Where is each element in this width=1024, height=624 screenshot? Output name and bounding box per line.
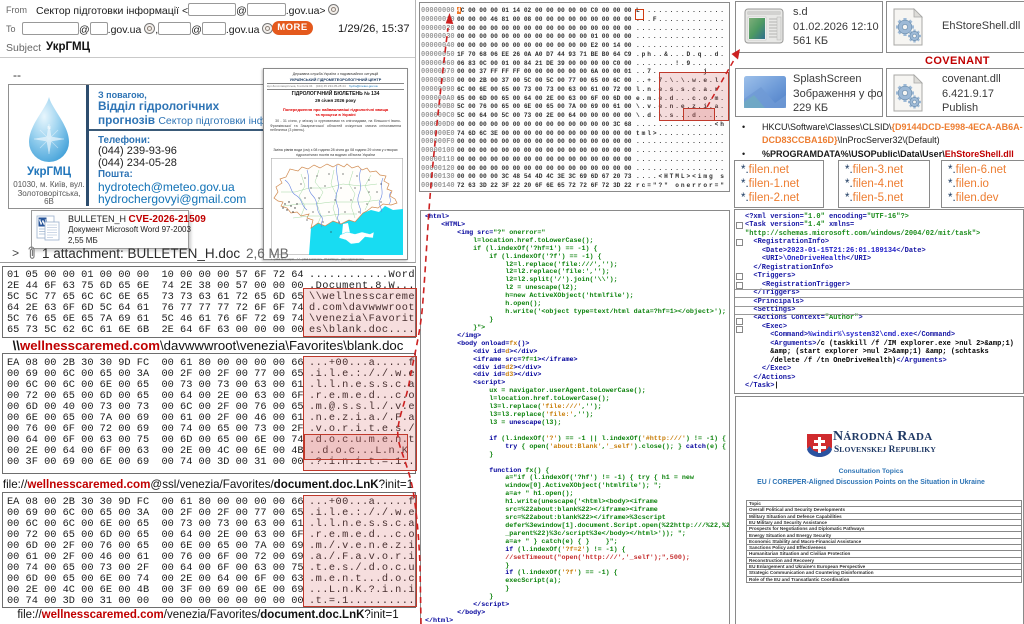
svg-text:N: N [47,125,50,130]
